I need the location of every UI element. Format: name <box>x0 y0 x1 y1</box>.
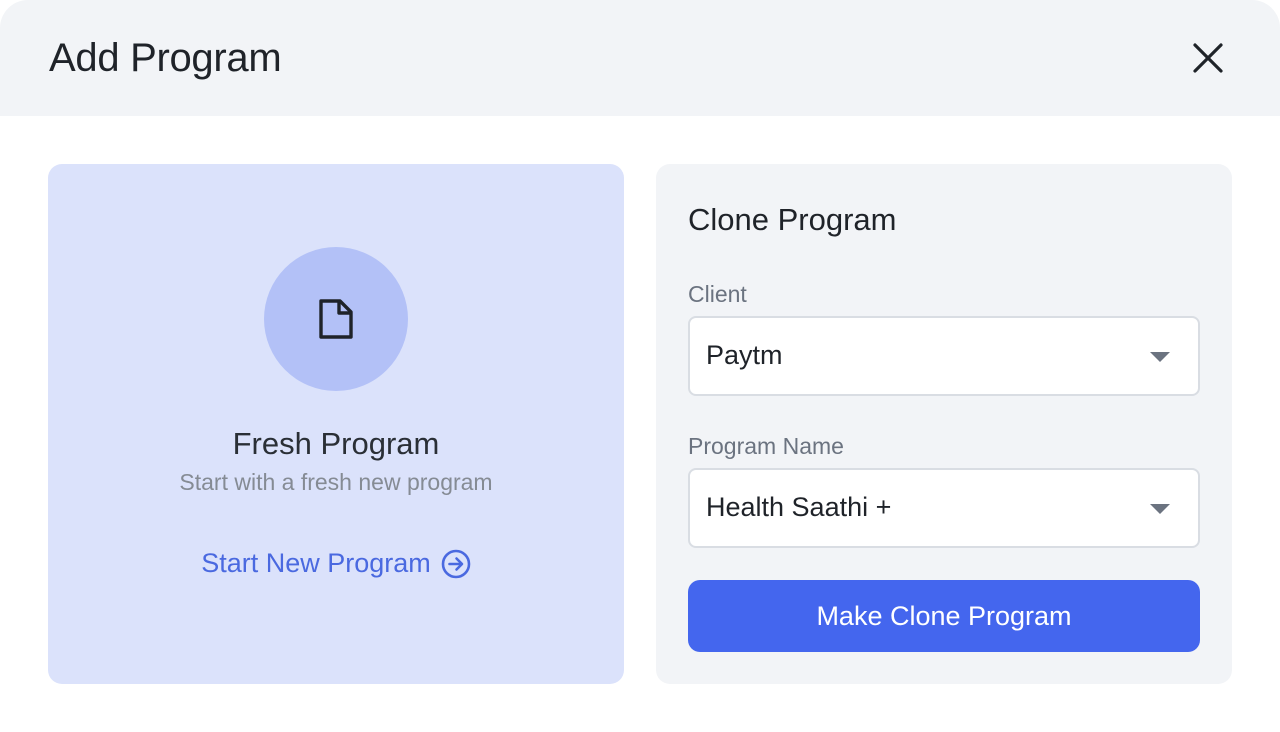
program-name-label: Program Name <box>688 433 844 459</box>
fresh-program-subtitle: Start with a fresh new program <box>179 469 493 495</box>
close-button[interactable] <box>1186 36 1230 80</box>
dialog-header: Add Program <box>0 0 1280 116</box>
clone-program-card: Clone Program Client Paytm Program Name … <box>656 164 1232 684</box>
dialog-title: Add Program <box>49 36 282 80</box>
add-program-dialog: Add Program Fresh Program Start with a f… <box>0 0 1280 732</box>
fresh-program-title: Fresh Program <box>232 426 440 461</box>
clone-program-title: Clone Program <box>688 202 897 237</box>
client-label: Client <box>688 281 747 307</box>
program-name-select[interactable]: Health Saathi + <box>688 468 1200 548</box>
arrow-right-circle-icon <box>441 549 471 578</box>
file-icon <box>319 299 353 339</box>
close-icon <box>1193 43 1223 73</box>
make-clone-program-button[interactable]: Make Clone Program <box>688 580 1200 652</box>
client-select-value: Paytm <box>706 340 783 370</box>
start-new-program-label: Start New Program <box>201 548 431 578</box>
chevron-down-icon <box>1150 504 1170 514</box>
client-select[interactable]: Paytm <box>688 316 1200 396</box>
fresh-program-card: Fresh Program Start with a fresh new pro… <box>48 164 624 684</box>
program-name-select-value: Health Saathi + <box>706 492 892 522</box>
start-new-program-link[interactable]: Start New Program <box>48 548 624 579</box>
chevron-down-icon <box>1150 352 1170 362</box>
file-icon-badge <box>264 247 408 391</box>
